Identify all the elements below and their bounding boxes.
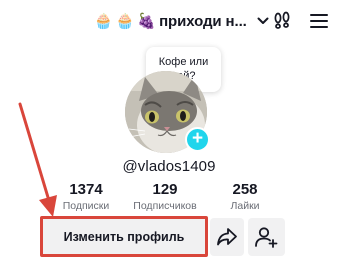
following-count: 1374 [69, 181, 103, 198]
stats-row: 1374 Подписки 129 Подписчиков 258 Лайки [0, 181, 338, 215]
edit-profile-button[interactable]: Изменить профиль [42, 218, 206, 256]
followers-stat[interactable]: 129 Подписчиков [128, 181, 202, 213]
add-friend-button[interactable] [248, 218, 285, 256]
followers-count: 129 [152, 181, 178, 198]
following-label: Подписки [62, 200, 110, 212]
likes-count: 258 [232, 181, 258, 198]
hamburger-menu-icon[interactable] [309, 12, 329, 30]
add-friend-icon [255, 227, 278, 248]
likes-stat[interactable]: 258 Лайки [222, 181, 268, 213]
followers-label: Подписчиков [133, 200, 197, 212]
likes-label: Лайки [230, 200, 260, 212]
edit-profile-label: Изменить профиль [63, 230, 185, 244]
footprints-icon[interactable] [272, 11, 292, 31]
add-avatar-button[interactable]: + [185, 127, 210, 152]
following-stat[interactable]: 1374 Подписки [58, 181, 114, 213]
cupcake-emoji-2: 🧁 [115, 11, 135, 30]
top-username: приходи н... [159, 12, 247, 30]
share-profile-button[interactable] [210, 218, 244, 256]
grapes-emoji: 🍇 [137, 11, 157, 30]
top-bar: 🧁 🧁 🍇 приходи н... [0, 0, 338, 42]
profile-handle: @vlados1409 [122, 158, 216, 175]
cupcake-emoji-1: 🧁 [94, 11, 113, 30]
chevron-down-icon [257, 17, 269, 24]
share-arrow-icon [217, 228, 237, 246]
profile-actions: Изменить профиль [0, 218, 338, 256]
account-switcher[interactable]: 🧁 🧁 🍇 приходи н... [94, 10, 270, 32]
